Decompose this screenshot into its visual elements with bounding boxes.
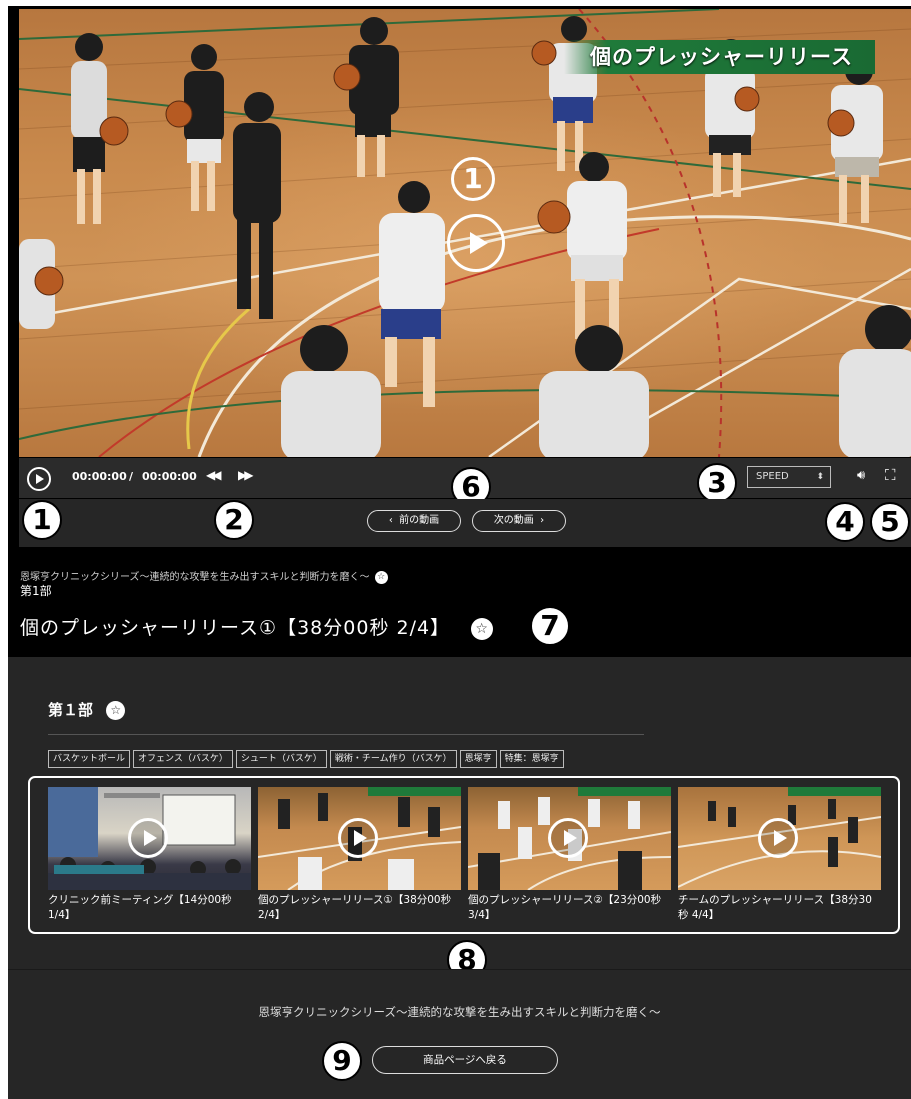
favorite-lesson-star-icon[interactable]: ☆ [471, 617, 494, 640]
footer-series-title: 恩塚亨クリニックシリーズ～連続的な攻撃を生み出すスキルと判断力を磨く～ [258, 1005, 661, 1019]
part-label: 第1部 [20, 584, 52, 598]
video-thumbnail[interactable]: チームのプレッシャーリリース【38分30秒 4/4】 [678, 787, 881, 923]
current-time: 00:00:00 [72, 470, 127, 483]
chevron-left-icon: ‹ [388, 515, 393, 526]
prev-video-label: 前の動画 [399, 515, 440, 526]
video-control-bar: 00:00:00 / 00:00:00 ◀◀ ▶▶ SPEED ⬍ 🔊︎ ⛶ 6… [19, 458, 911, 507]
chevron-right-icon: › [540, 515, 545, 526]
callout-9: 9 [322, 1041, 362, 1081]
tag-list: バスケットボール オフェンス（バスケ） シュート（バスケ） 戦術・チーム作り（バ… [48, 750, 564, 768]
back-to-product-button[interactable]: 商品ページへ戻る [372, 1046, 558, 1074]
thumbnail-image [678, 787, 881, 890]
play-icon [36, 474, 44, 484]
tag-item[interactable]: バスケットボール [48, 750, 131, 768]
series-title-text: 恩塚亨クリニックシリーズ～連続的な攻撃を生み出すスキルと判断力を磨く～ [20, 572, 370, 583]
thumbnail-play-button[interactable] [758, 818, 798, 858]
thumbnail-play-button[interactable] [548, 818, 588, 858]
thumbnail-play-button[interactable] [338, 818, 378, 858]
thumbnail-title[interactable]: 個のプレッシャーリリース①【38分00秒 2/4】 [258, 893, 461, 923]
video-thumbnail[interactable]: 個のプレッシャーリリース①【38分00秒 2/4】 [258, 787, 461, 923]
speed-select[interactable]: SPEED ⬍ [747, 466, 831, 488]
thumbnail-image [468, 787, 671, 890]
callout-7: 7 [530, 606, 570, 646]
prev-video-button[interactable]: ‹ 前の動画 [367, 510, 461, 532]
thumbnail-title[interactable]: チームのプレッシャーリリース【38分30秒 4/4】 [678, 893, 881, 923]
callout-3: 3 [697, 463, 737, 503]
tag-item[interactable]: 特集：恩塚亨 [499, 750, 564, 768]
thumbnail-play-button[interactable] [128, 818, 168, 858]
divider [48, 734, 644, 735]
select-arrows-icon: ⬍ [816, 472, 824, 482]
callout-4: 4 [825, 502, 865, 542]
play-icon [563, 830, 577, 846]
lesson-title: 個のプレッシャーリリース①【38分00秒 2/4】 ☆ [20, 613, 494, 640]
thumbnail-image [48, 787, 251, 890]
lesson-title-text: 個のプレッシャーリリース①【38分00秒 2/4】 [20, 617, 451, 639]
part-heading-text: 第１部 [48, 701, 94, 719]
video-player[interactable]: 個のプレッシャーリリース 1 [19, 9, 911, 457]
thumbnail-title[interactable]: 個のプレッシャーリリース②【23分00秒 3/4】 [468, 893, 671, 923]
video-thumbnail[interactable]: クリニック前ミーティング【14分00秒 1/4】 [48, 787, 251, 923]
total-time: 00:00:00 [142, 470, 197, 483]
video-nav-row: 1 2 ‹ 前の動画 次の動画 › 4 5 [19, 499, 911, 547]
tag-item[interactable]: オフェンス（バスケ） [133, 750, 233, 768]
next-video-button[interactable]: 次の動画 › [472, 510, 566, 532]
play-icon [353, 830, 367, 846]
favorite-part-star-icon[interactable]: ☆ [106, 701, 126, 720]
fast-forward-icon[interactable]: ▶▶ [238, 468, 254, 482]
video-title-banner: 個のプレッシャーリリース [564, 40, 875, 74]
play-icon [469, 232, 488, 254]
callout-2: 2 [214, 500, 254, 540]
thumbnail-title[interactable]: クリニック前ミーティング【14分00秒 1/4】 [48, 893, 251, 923]
app-root: 個のプレッシャーリリース 1 00:00:00 / 00:00:00 ◀◀ ▶▶… [8, 6, 911, 1099]
favorite-series-star-icon[interactable]: ☆ [374, 570, 388, 584]
video-thumbnail[interactable]: 個のプレッシャーリリース②【23分00秒 3/4】 [468, 787, 671, 923]
play-icon [773, 830, 787, 846]
video-center-play-button[interactable] [447, 214, 505, 272]
callout-1-controls: 1 [22, 500, 62, 540]
part-heading: 第１部 ☆ [48, 699, 126, 720]
tag-item[interactable]: 戦術・チーム作り（バスケ） [329, 750, 457, 768]
series-title: 恩塚亨クリニックシリーズ～連続的な攻撃を生み出すスキルと判断力を磨く～ ☆ [20, 568, 388, 584]
volume-icon[interactable]: 🔊︎ [857, 468, 865, 483]
fullscreen-icon[interactable]: ⛶ [885, 466, 896, 484]
footer: 恩塚亨クリニックシリーズ～連続的な攻撃を生み出すスキルと判断力を磨く～ 9 商品… [8, 969, 911, 1099]
callout-1-video: 1 [451, 157, 495, 201]
next-video-label: 次の動画 [493, 515, 534, 526]
time-separator: / [129, 470, 134, 483]
rewind-icon[interactable]: ◀◀ [206, 468, 222, 482]
tag-item[interactable]: 恩塚亨 [459, 750, 497, 768]
video-thumbnail-list: クリニック前ミーティング【14分00秒 1/4】 個のプレッシャーリリース①【3… [28, 776, 900, 934]
part-panel: 第１部 ☆ バスケットボール オフェンス（バスケ） シュート（バスケ） 戦術・チ… [8, 657, 911, 980]
callout-5: 5 [870, 502, 910, 542]
control-play-button[interactable] [27, 467, 51, 491]
tag-item[interactable]: シュート（バスケ） [235, 750, 327, 768]
speed-label: SPEED [756, 471, 789, 482]
thumbnail-image [258, 787, 461, 890]
play-icon [143, 830, 157, 846]
